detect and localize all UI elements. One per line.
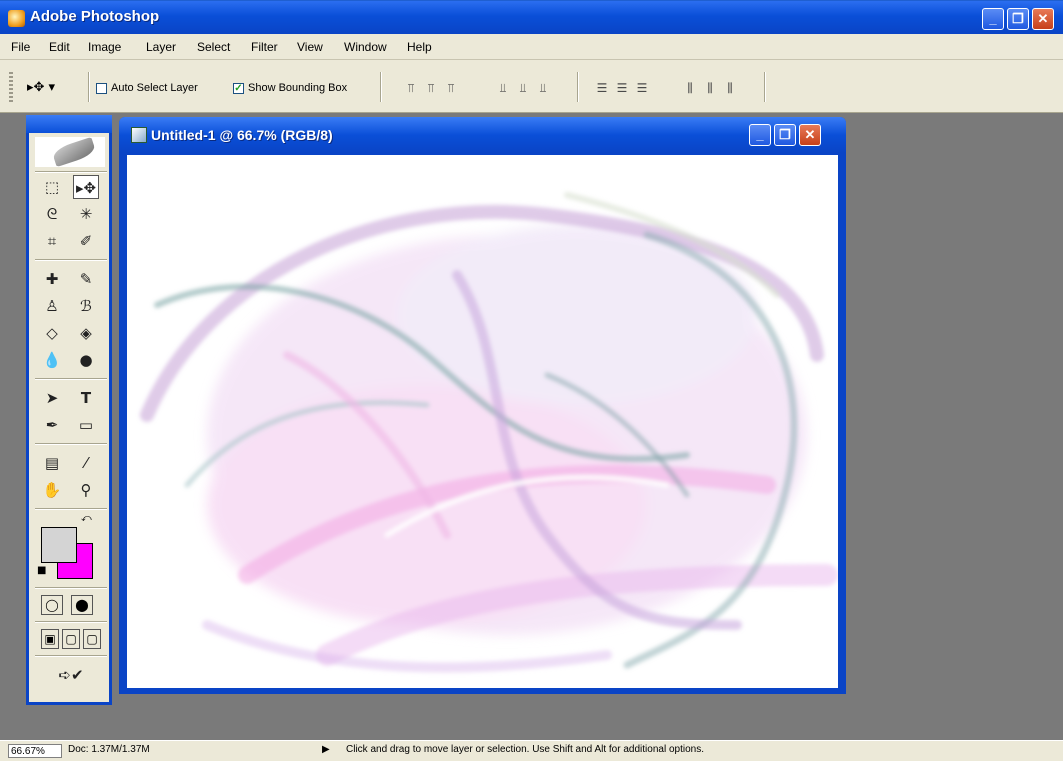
move-tool-icon[interactable]: ▸✥ [73, 175, 99, 199]
align-bottom-icon[interactable]: ⫪ [444, 80, 458, 96]
photoshop-logo-icon [8, 10, 25, 27]
doc-minimize-button[interactable]: _ [749, 124, 771, 146]
full-screen-mode-button[interactable]: ▢ [83, 629, 101, 649]
menu-layer[interactable]: Layer [146, 40, 176, 54]
tool-preset-picker[interactable]: ▸✥ ▾ [27, 80, 55, 95]
separator [88, 72, 89, 102]
distribute-hcenter-icon[interactable]: ⫼ [703, 80, 717, 96]
pen-tool-icon[interactable]: ✒ [39, 413, 65, 437]
separator [35, 508, 107, 509]
status-bar: 66.67% Doc: 1.37M/1.37M ▶ Click and drag… [0, 740, 1063, 761]
hand-tool-icon[interactable]: ✋ [39, 478, 65, 502]
auto-select-layer-label: Auto Select Layer [111, 82, 198, 94]
path-selection-tool-icon[interactable]: ➤ [39, 386, 65, 410]
image-canvas[interactable] [127, 155, 838, 688]
align-hcenter-icon[interactable]: ⫫ [516, 80, 530, 96]
close-button[interactable]: ✕ [1032, 8, 1054, 30]
menu-file[interactable]: File [11, 40, 30, 54]
foreground-color-swatch[interactable] [41, 527, 77, 563]
eyedropper-tool-icon[interactable]: ⁄ [73, 451, 99, 475]
document-title-bar[interactable]: Untitled-1 @ 66.7% (RGB/8) _ ❐ ✕ [119, 117, 846, 153]
options-bar-grip[interactable] [9, 72, 13, 102]
menu-bar: File Edit Image Layer Select Filter View… [0, 34, 1063, 60]
align-vcenter-icon[interactable]: ⫪ [424, 80, 438, 96]
menu-select[interactable]: Select [197, 40, 230, 54]
align-right-icon[interactable]: ⫫ [536, 80, 550, 96]
document-window: Untitled-1 @ 66.7% (RGB/8) _ ❐ ✕ [119, 117, 846, 694]
document-size-readout: Doc: 1.37M/1.37M [68, 744, 150, 755]
separator [764, 72, 765, 102]
zoom-tool-icon[interactable]: ⚲ [73, 478, 99, 502]
menu-window[interactable]: Window [344, 40, 387, 54]
blur-tool-icon[interactable]: 💧 [39, 348, 65, 372]
marquee-tool-icon[interactable]: ⬚ [39, 175, 65, 199]
toolbox-title-bar[interactable] [26, 115, 112, 133]
distribute-bottom-icon[interactable]: ☰ [635, 80, 649, 96]
menu-filter[interactable]: Filter [251, 40, 278, 54]
lasso-tool-icon[interactable]: ᘓ [39, 202, 65, 226]
document-title: Untitled-1 @ 66.7% (RGB/8) [151, 127, 333, 143]
full-screen-menu-mode-button[interactable]: ▢ [62, 629, 80, 649]
eraser-tool-icon[interactable]: ◇ [39, 321, 65, 345]
status-menu-arrow-icon[interactable]: ▶ [322, 744, 330, 755]
fractal-artwork [127, 155, 838, 688]
toolbox-panel: ⬚ ▸✥ ᘓ ✳ ⌗ ✐ ✚ ✎ ♙ ℬ ◇ ◈ 💧 ● ➤ T ✒ ▭ ▤ ⁄… [26, 115, 112, 705]
minimize-button[interactable]: _ [982, 8, 1004, 30]
clone-stamp-tool-icon[interactable]: ♙ [39, 294, 65, 318]
show-bounding-box-checkbox[interactable]: ✓ [233, 83, 244, 94]
zoom-level-field[interactable]: 66.67% [8, 744, 62, 758]
separator [35, 587, 107, 588]
app-title-bar: Adobe Photoshop _ ❐ ✕ [0, 0, 1063, 34]
dodge-tool-icon[interactable]: ● [73, 348, 99, 372]
type-tool-icon[interactable]: T [73, 386, 99, 410]
separator [35, 171, 107, 172]
crop-tool-icon[interactable]: ⌗ [39, 229, 65, 253]
doc-close-button[interactable]: ✕ [799, 124, 821, 146]
status-message: Click and drag to move layer or selectio… [346, 744, 704, 755]
default-colors-icon[interactable]: ■ [37, 565, 46, 576]
jump-to-imageready-icon[interactable]: ➪✔ [49, 663, 93, 687]
align-left-icon[interactable]: ⫫ [496, 80, 510, 96]
standard-mode-button[interactable]: ◯ [41, 595, 63, 615]
align-top-icon[interactable]: ⫪ [404, 80, 418, 96]
separator [35, 378, 107, 379]
quick-mask-mode-button[interactable]: ⬤ [71, 595, 93, 615]
show-bounding-box-label: Show Bounding Box [248, 82, 348, 94]
distribute-left-icon[interactable]: ⫼ [683, 80, 697, 96]
options-bar: ▸✥ ▾ Auto Select Layer ✓ Show Bounding B… [0, 60, 1063, 113]
separator [577, 72, 578, 102]
auto-select-layer-checkbox[interactable] [96, 83, 107, 94]
separator [35, 655, 107, 656]
distribute-top-icon[interactable]: ☰ [595, 80, 609, 96]
swap-colors-icon[interactable]: ⤺ [81, 513, 92, 524]
document-icon [131, 127, 147, 143]
separator [35, 259, 107, 260]
distribute-right-icon[interactable]: ⫼ [723, 80, 737, 96]
slice-tool-icon[interactable]: ✐ [73, 229, 99, 253]
magic-wand-tool-icon[interactable]: ✳ [73, 202, 99, 226]
app-title: Adobe Photoshop [30, 8, 160, 25]
adobe-online-button[interactable] [35, 136, 105, 168]
menu-help[interactable]: Help [407, 40, 432, 54]
history-brush-tool-icon[interactable]: ℬ [73, 294, 99, 318]
menu-image[interactable]: Image [88, 40, 121, 54]
distribute-vcenter-icon[interactable]: ☰ [615, 80, 629, 96]
separator [35, 443, 107, 444]
standard-screen-mode-button[interactable]: ▣ [41, 629, 59, 649]
menu-edit[interactable]: Edit [49, 40, 70, 54]
brush-tool-icon[interactable]: ✎ [73, 267, 99, 291]
separator [380, 72, 381, 102]
paint-bucket-tool-icon[interactable]: ◈ [73, 321, 99, 345]
menu-view[interactable]: View [297, 40, 323, 54]
notes-tool-icon[interactable]: ▤ [39, 451, 65, 475]
restore-button[interactable]: ❐ [1007, 8, 1029, 30]
feather-icon [51, 136, 97, 168]
doc-maximize-button[interactable]: ❐ [774, 124, 796, 146]
shape-tool-icon[interactable]: ▭ [73, 413, 99, 437]
separator [35, 621, 107, 622]
healing-brush-tool-icon[interactable]: ✚ [39, 267, 65, 291]
